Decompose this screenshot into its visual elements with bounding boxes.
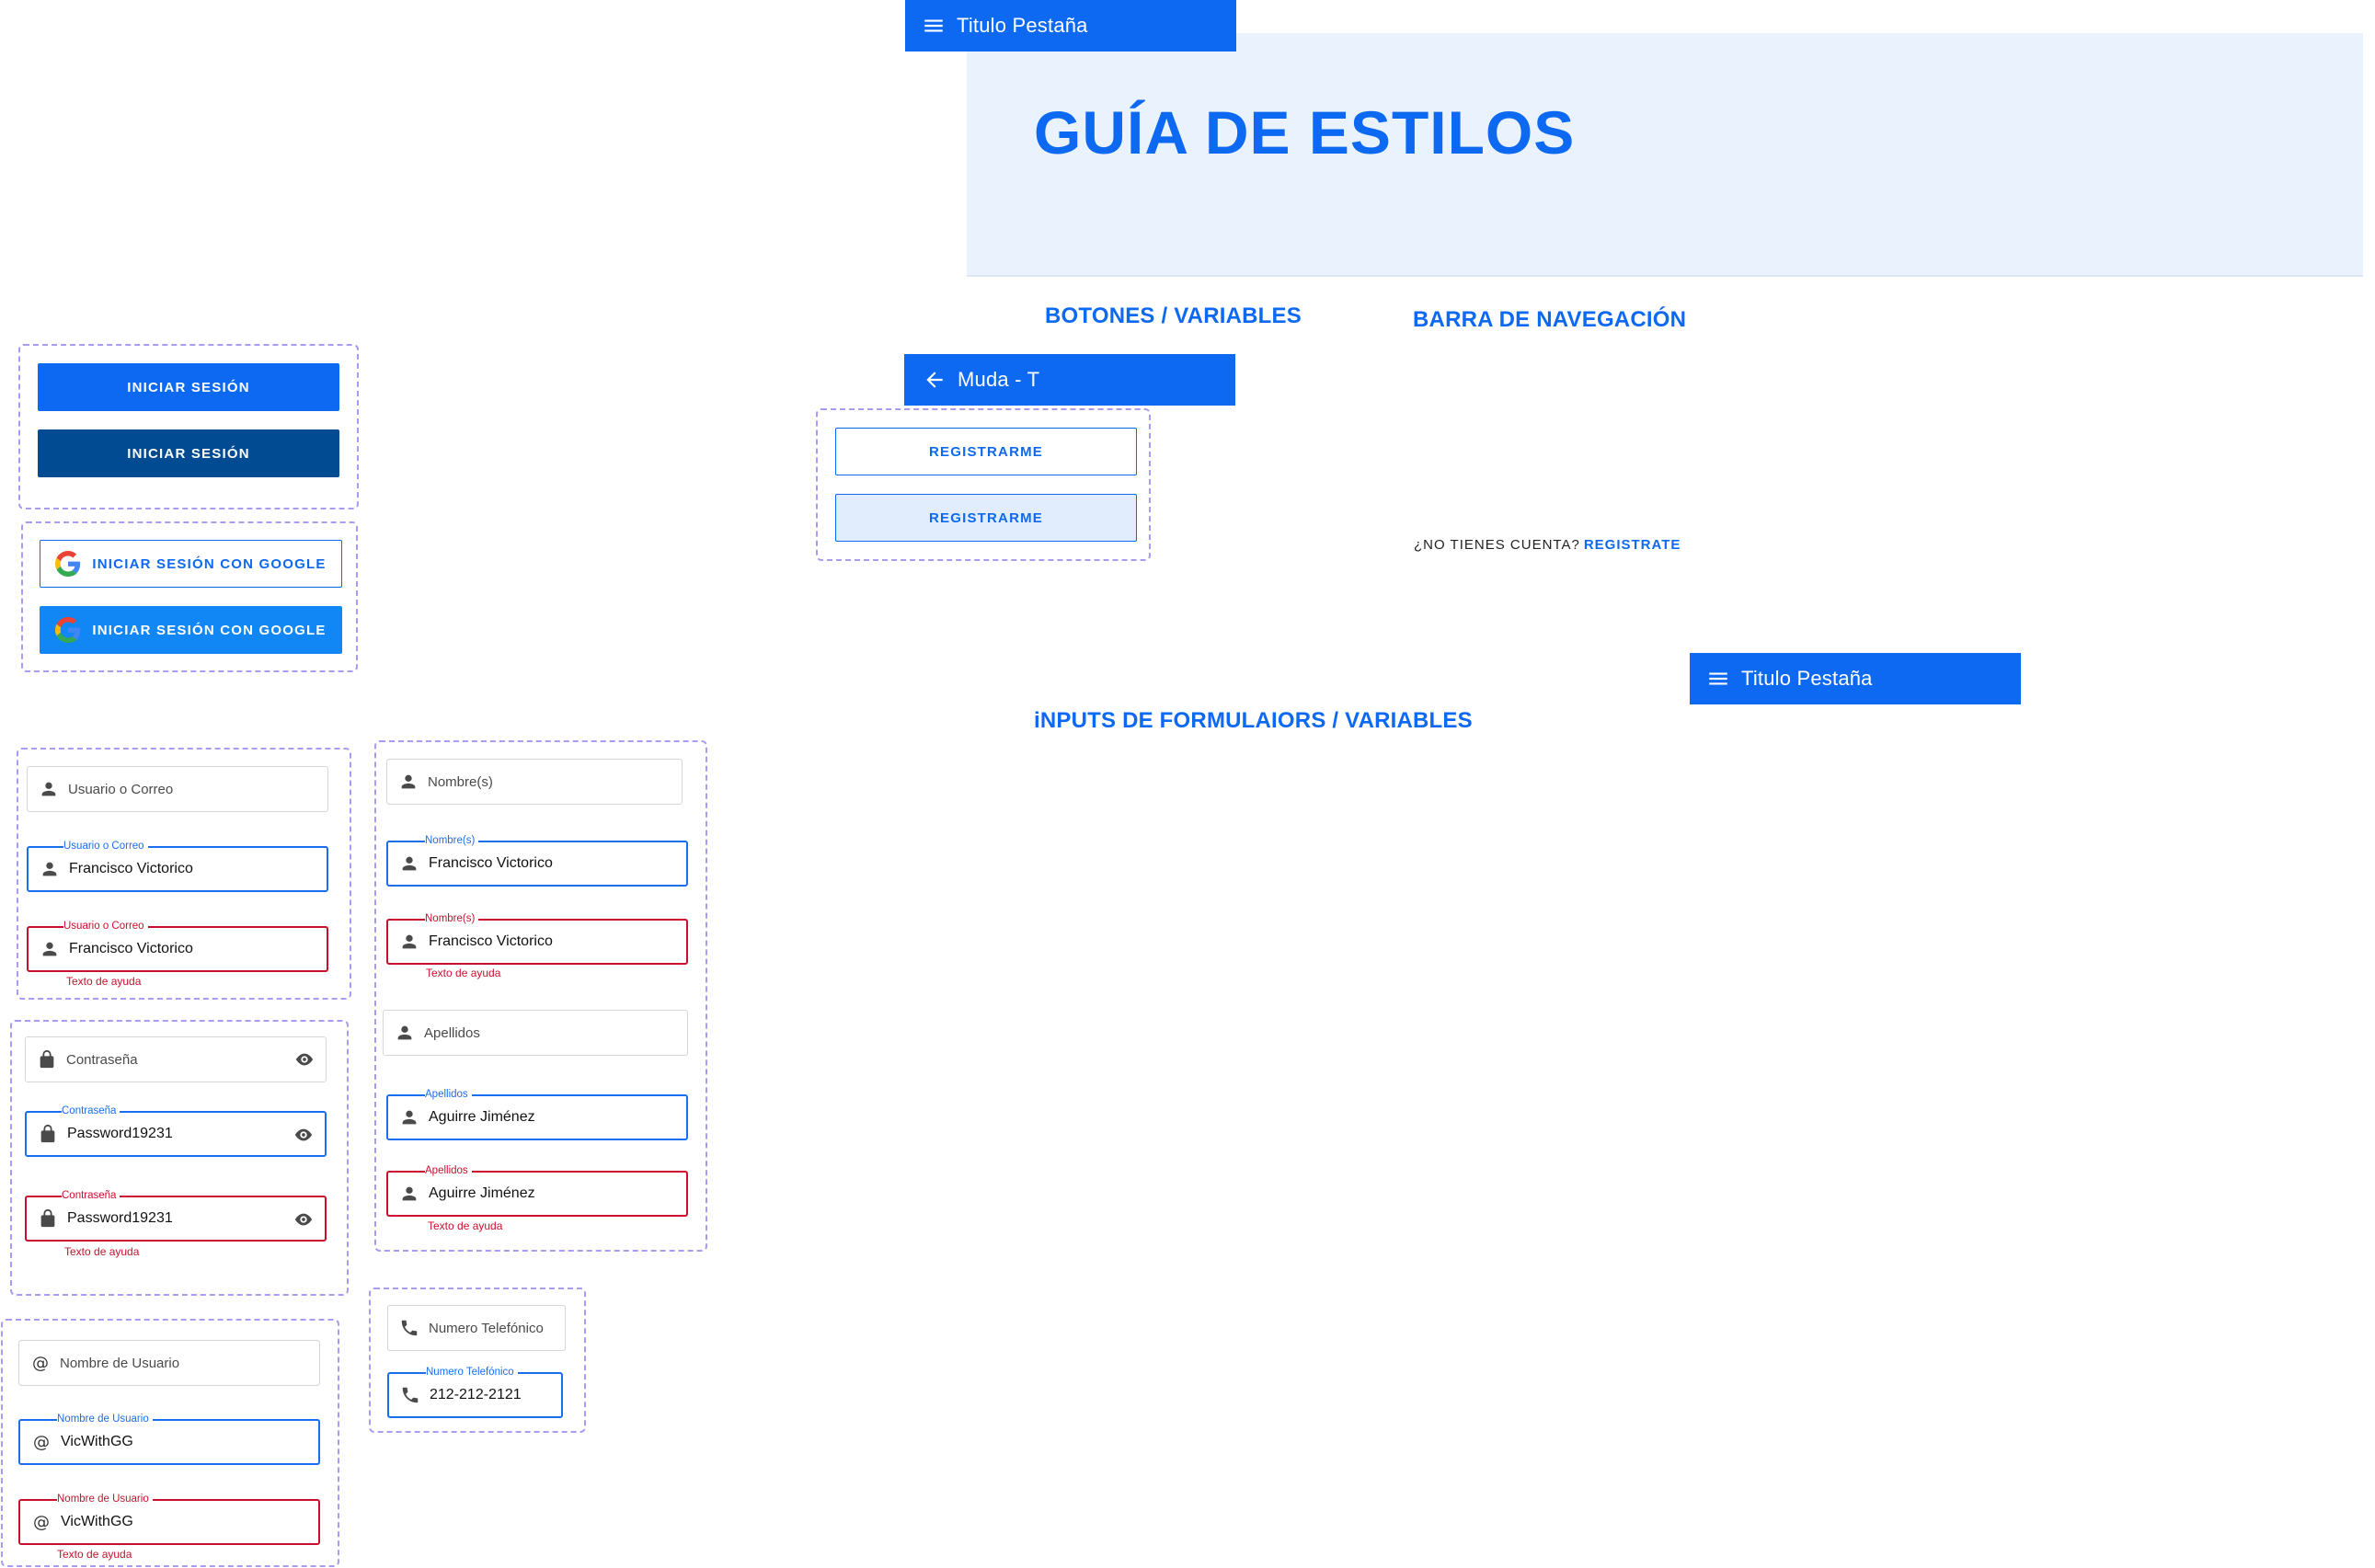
person-icon bbox=[402, 934, 417, 949]
lock-icon bbox=[40, 1124, 55, 1143]
names-input-placeholder: Nombre(s) bbox=[428, 773, 493, 790]
user-input-error[interactable]: Usuario o Correo Francisco Victorico bbox=[27, 920, 328, 972]
user-input-placeholder: Usuario o Correo bbox=[68, 781, 174, 797]
names-input-focused[interactable]: Nombre(s) Francisco Victorico bbox=[386, 834, 688, 887]
lock-icon bbox=[40, 1049, 54, 1069]
phone-input-value: 212-212-2121 bbox=[430, 1387, 522, 1402]
names-input-value: Francisco Victorico bbox=[429, 855, 553, 871]
appbar-title: Titulo Pestaña bbox=[957, 14, 1088, 37]
password-help-text: Texto de ayuda bbox=[64, 1245, 140, 1258]
password-input-focused[interactable]: Contraseña Password19231 bbox=[25, 1104, 327, 1157]
register-button[interactable]: REGISTRARME bbox=[835, 428, 1137, 475]
password-input-value: Password19231 bbox=[67, 1210, 173, 1226]
arrow-left-icon[interactable] bbox=[923, 368, 947, 392]
person-icon bbox=[402, 856, 417, 871]
person-icon bbox=[41, 782, 56, 796]
person-icon bbox=[402, 1186, 417, 1201]
hero-banner: GUÍA DE ESTILOS bbox=[967, 33, 2363, 277]
menu-icon[interactable] bbox=[922, 14, 946, 38]
username-input-placeholder: Nombre de Usuario bbox=[60, 1355, 180, 1371]
surnames-help-text: Texto de ayuda bbox=[428, 1219, 503, 1232]
signup-prompt: ¿NO TIENES CUENTA? REGISTRATE bbox=[1414, 537, 1681, 553]
menu-icon[interactable] bbox=[1706, 667, 1730, 691]
person-icon bbox=[42, 942, 57, 956]
signup-question: ¿NO TIENES CUENTA? bbox=[1414, 537, 1580, 553]
password-input-label: Contraseña bbox=[62, 1104, 120, 1117]
user-input-value: Francisco Victorico bbox=[69, 861, 193, 876]
username-input-focused[interactable]: Nombre de Usuario @ VicWithGG bbox=[18, 1413, 320, 1465]
google-icon bbox=[55, 617, 81, 643]
login-button-pressed[interactable]: INICIAR SESIÓN bbox=[38, 429, 339, 477]
register-button-hover[interactable]: REGISTRARME bbox=[835, 494, 1137, 542]
google-icon bbox=[55, 551, 81, 577]
names-input-default[interactable]: Nombre(s) bbox=[386, 759, 683, 805]
password-input-error[interactable]: Contraseña Password19231 bbox=[25, 1189, 327, 1242]
eye-icon[interactable] bbox=[292, 1209, 316, 1230]
user-help-text: Texto de ayuda bbox=[66, 975, 142, 988]
section-title-navbar: BARRA DE NAVEGACIÓN bbox=[1413, 307, 1687, 332]
names-input-value: Francisco Victorico bbox=[429, 933, 553, 949]
person-icon bbox=[42, 862, 57, 876]
user-input-default[interactable]: Usuario o Correo bbox=[27, 766, 328, 812]
phone-icon bbox=[401, 1320, 418, 1336]
person-icon bbox=[401, 774, 416, 789]
navbar-back-title: Muda - T bbox=[958, 368, 1040, 391]
username-input-label: Nombre de Usuario bbox=[57, 1413, 153, 1425]
user-input-label: Usuario o Correo bbox=[63, 920, 148, 933]
lock-icon bbox=[40, 1208, 55, 1228]
navbar-tab-title: Titulo Pestaña bbox=[1741, 667, 1873, 690]
at-sign-icon: @ bbox=[32, 1353, 49, 1373]
phone-input-label: Numero Telefónico bbox=[426, 1366, 518, 1379]
username-help-text: Texto de ayuda bbox=[57, 1548, 132, 1561]
user-input-focused[interactable]: Usuario o Correo Francisco Victorico bbox=[27, 840, 328, 892]
password-input-default[interactable]: Contraseña bbox=[25, 1036, 327, 1082]
password-input-placeholder: Contraseña bbox=[66, 1051, 138, 1068]
google-login-button-filled[interactable]: INICIAR SESIÓN CON GOOGLE bbox=[40, 606, 342, 654]
google-login-label: INICIAR SESIÓN CON GOOGLE bbox=[92, 622, 327, 638]
top-appbar: Titulo Pestaña bbox=[905, 0, 1236, 52]
names-input-error[interactable]: Nombre(s) Francisco Victorico bbox=[386, 912, 688, 965]
surnames-input-value: Aguirre Jiménez bbox=[429, 1109, 535, 1125]
google-login-label: INICIAR SESIÓN CON GOOGLE bbox=[92, 555, 327, 572]
at-sign-icon: @ bbox=[33, 1512, 50, 1532]
at-sign-icon: @ bbox=[33, 1432, 50, 1452]
username-input-value: VicWithGG bbox=[61, 1434, 133, 1449]
phone-icon bbox=[402, 1387, 419, 1403]
user-input-label: Usuario o Correo bbox=[63, 840, 148, 853]
username-input-default[interactable]: @ Nombre de Usuario bbox=[18, 1340, 320, 1386]
login-button[interactable]: INICIAR SESIÓN bbox=[38, 363, 339, 411]
surnames-input-placeholder: Apellidos bbox=[424, 1024, 480, 1041]
names-input-label: Nombre(s) bbox=[425, 912, 479, 925]
password-input-value: Password19231 bbox=[67, 1126, 173, 1141]
names-help-text: Texto de ayuda bbox=[426, 967, 501, 979]
surnames-input-value: Aguirre Jiménez bbox=[429, 1185, 535, 1201]
person-icon bbox=[397, 1025, 412, 1040]
surnames-input-default[interactable]: Apellidos bbox=[383, 1010, 688, 1056]
surnames-input-label: Apellidos bbox=[425, 1088, 472, 1101]
names-input-label: Nombre(s) bbox=[425, 834, 479, 847]
person-icon bbox=[402, 1110, 417, 1125]
google-login-button[interactable]: INICIAR SESIÓN CON GOOGLE bbox=[40, 540, 342, 588]
username-input-label: Nombre de Usuario bbox=[57, 1493, 153, 1505]
surnames-input-error[interactable]: Apellidos Aguirre Jiménez bbox=[386, 1164, 688, 1217]
username-input-error[interactable]: Nombre de Usuario @ VicWithGG bbox=[18, 1493, 320, 1545]
phone-input-focused[interactable]: Numero Telefónico 212-212-2121 bbox=[387, 1366, 563, 1418]
user-input-value: Francisco Victorico bbox=[69, 941, 193, 956]
signup-link[interactable]: REGISTRATE bbox=[1584, 537, 1681, 553]
eye-icon[interactable] bbox=[293, 1049, 316, 1070]
eye-icon[interactable] bbox=[292, 1125, 316, 1145]
phone-input-default[interactable]: Numero Telefónico bbox=[387, 1305, 566, 1351]
surnames-input-label: Apellidos bbox=[425, 1164, 472, 1177]
navbar-back: Muda - T bbox=[904, 354, 1235, 406]
surnames-input-focused[interactable]: Apellidos Aguirre Jiménez bbox=[386, 1088, 688, 1140]
section-title-buttons: BOTONES / VARIABLES bbox=[1045, 303, 1302, 328]
navbar-tab: Titulo Pestaña bbox=[1690, 653, 2021, 704]
password-input-label: Contraseña bbox=[62, 1189, 120, 1202]
phone-input-placeholder: Numero Telefónico bbox=[429, 1320, 544, 1336]
page-title: GUÍA DE ESTILOS bbox=[1034, 98, 1576, 166]
section-title-inputs: iNPUTS DE FORMULAIORS / VARIABLES bbox=[1034, 708, 1473, 733]
username-input-value: VicWithGG bbox=[61, 1514, 133, 1529]
